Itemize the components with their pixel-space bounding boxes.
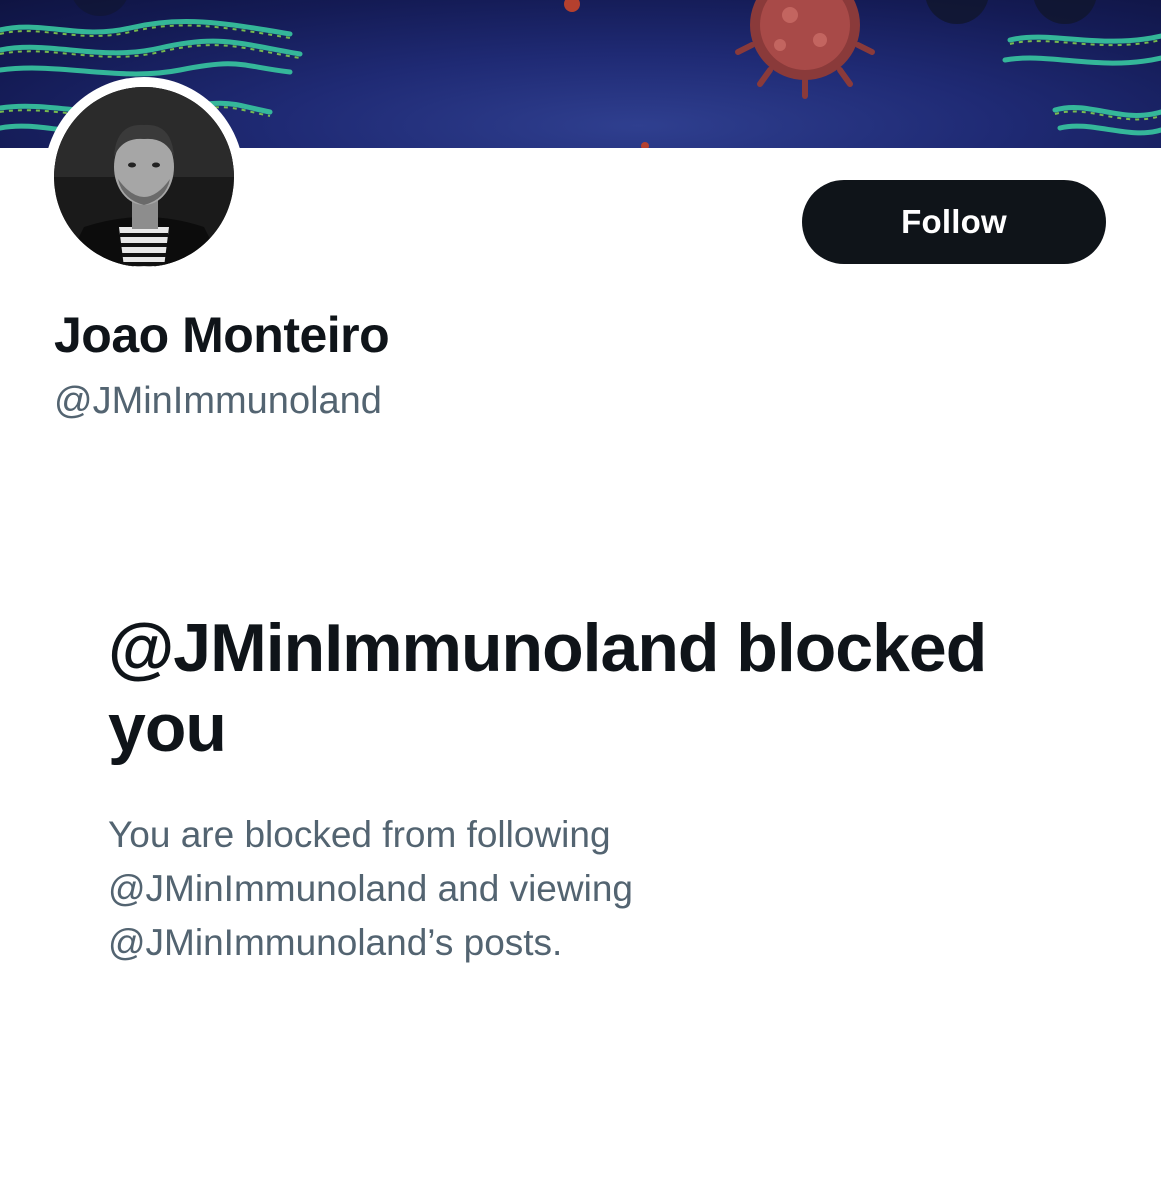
display-name: Joao Monteiro — [54, 307, 390, 363]
profile-photo — [54, 87, 234, 267]
avatar[interactable] — [54, 87, 234, 267]
profile-handle: @JMinImmunoland — [54, 380, 382, 422]
blocked-title: @JMinImmunoland blocked you — [108, 610, 987, 766]
blocked-description: You are blocked from following @JMinImmu… — [108, 814, 633, 963]
profile-page: Follow Joao Monteiro @JMinImmunoland @JM… — [0, 0, 1161, 1200]
follow-button[interactable]: Follow — [802, 180, 1106, 264]
